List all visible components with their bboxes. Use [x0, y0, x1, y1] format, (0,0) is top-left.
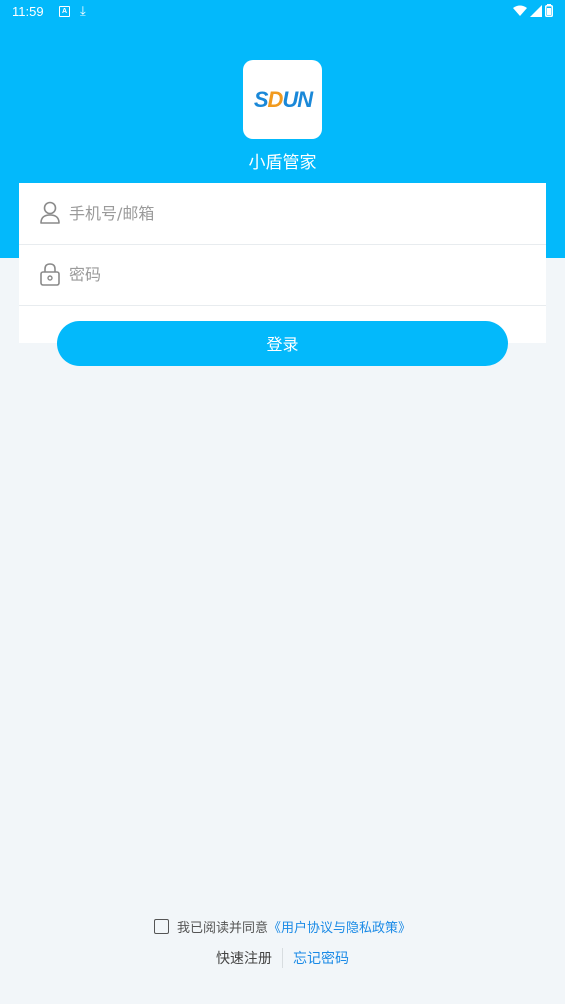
agree-checkbox[interactable] [153, 919, 169, 934]
login-button[interactable]: 登录 [57, 321, 508, 366]
lock-icon [40, 263, 60, 286]
register-link[interactable]: 快速注册 [216, 948, 283, 968]
account-input[interactable] [69, 201, 509, 225]
wifi-icon [513, 5, 527, 16]
download-icon: ⤓ [80, 3, 86, 18]
policy-link[interactable]: 《用户协议与隐私政策》 [268, 917, 411, 936]
status-bar: 11:59 A ⤓ [0, 0, 565, 24]
app-logo: SDUN [243, 60, 322, 139]
login-card [19, 183, 546, 343]
footer-links: 快速注册 忘记密码 [0, 948, 565, 968]
signal-icon [530, 4, 542, 17]
password-row [19, 244, 546, 306]
battery-icon [545, 4, 553, 17]
agreement-text: 我已阅读并同意 [176, 921, 268, 936]
svg-text:SDUN: SDUN [254, 87, 314, 112]
forgot-password-link[interactable]: 忘记密码 [283, 948, 349, 968]
agreement-row: 我已阅读并同意 《用户协议与隐私政策》 [0, 917, 565, 936]
password-input[interactable] [69, 262, 509, 286]
account-row [19, 183, 546, 245]
status-icons [513, 4, 553, 17]
user-icon [40, 201, 60, 224]
app-name: 小盾管家 [248, 153, 317, 173]
a-notification-icon: A [59, 6, 70, 17]
sdun-logo-icon: SDUN [254, 87, 315, 112]
status-time: 11:59 [12, 4, 44, 19]
